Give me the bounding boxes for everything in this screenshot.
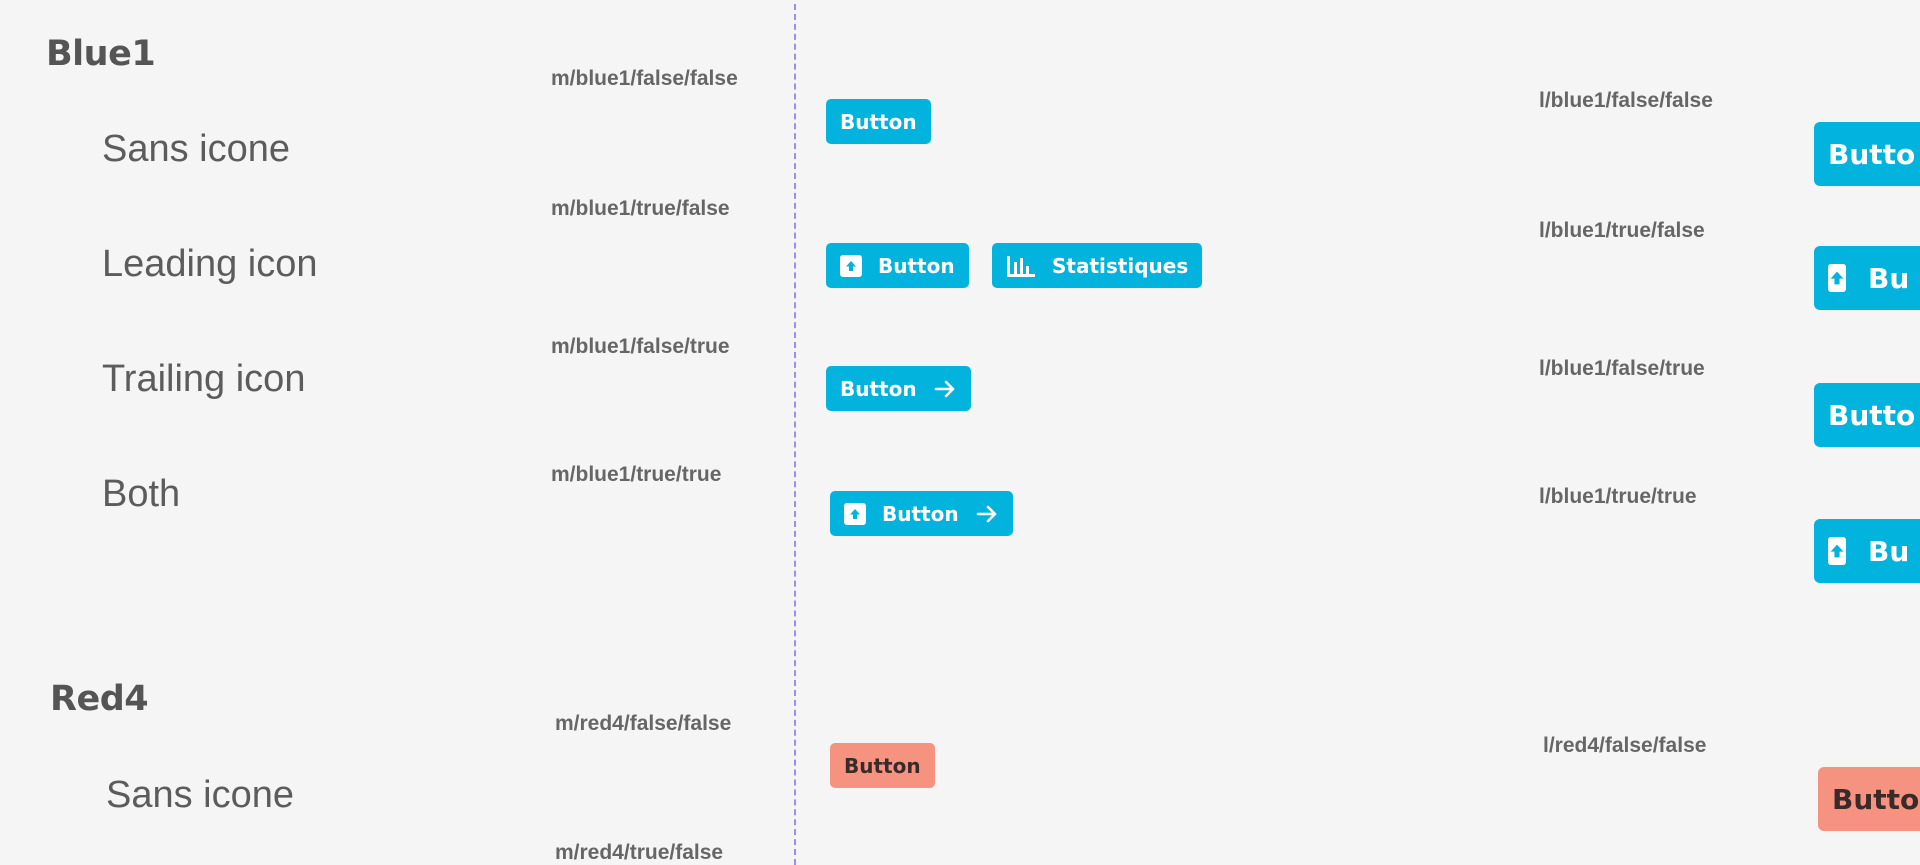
button-l-blue1-both[interactable]: Bu <box>1814 519 1920 583</box>
row-label-both: Both <box>102 473 181 515</box>
row-label-sans-icone: Sans icone <box>106 774 295 816</box>
button-l-blue1-leading[interactable]: Bu <box>1814 246 1920 310</box>
variant-label: m/blue1/false/false <box>551 67 738 90</box>
variant-label: m/blue1/false/true <box>551 335 730 358</box>
variant-label: m/red4/true/false <box>555 841 724 864</box>
row-label-trailing-icon: Trailing icon <box>102 358 306 400</box>
button-m-blue1-trailing[interactable]: Button <box>826 366 971 411</box>
button-label: Button <box>840 109 917 134</box>
column-divider <box>794 4 796 865</box>
upload-box-icon <box>844 502 866 525</box>
section-title-red4: Red4 <box>50 679 149 719</box>
button-label: Button <box>878 253 955 278</box>
row-label-leading-icon: Leading icon <box>102 243 318 285</box>
button-m-blue1-both[interactable]: Button <box>830 491 1013 536</box>
button-m-red4-plain[interactable]: Button <box>830 743 935 788</box>
upload-box-icon <box>840 254 862 277</box>
button-label: Bu <box>1868 534 1910 568</box>
variant-label: m/blue1/true/false <box>551 197 730 220</box>
button-m-blue1-leading[interactable]: Button <box>826 243 969 288</box>
bar-chart-icon <box>1006 254 1036 278</box>
button-label: Butto <box>1828 137 1916 171</box>
button-label: Statistiques <box>1052 253 1189 278</box>
button-m-blue1-statistiques[interactable]: Statistiques <box>992 243 1203 288</box>
button-l-blue1-plain[interactable]: Butto <box>1814 122 1920 186</box>
arrow-right-icon <box>933 377 957 401</box>
upload-box-icon <box>1828 264 1846 292</box>
section-title-blue1: Blue1 <box>46 34 156 74</box>
variant-label: l/blue1/false/true <box>1539 357 1705 380</box>
variant-label: l/blue1/false/false <box>1539 89 1713 112</box>
button-label: Button <box>840 376 917 401</box>
variant-label: l/blue1/true/true <box>1539 485 1697 508</box>
variant-label: l/blue1/true/false <box>1539 219 1705 242</box>
variant-label: m/red4/false/false <box>555 712 732 735</box>
button-l-blue1-trailing[interactable]: Butto <box>1814 383 1920 447</box>
button-label: Butto <box>1828 398 1916 432</box>
row-label-sans-icone: Sans icone <box>102 128 291 170</box>
button-label: Butto <box>1832 782 1920 816</box>
button-label: Button <box>844 753 921 778</box>
variant-label: l/red4/false/false <box>1543 734 1707 757</box>
arrow-right-icon <box>975 502 999 526</box>
upload-box-icon <box>1828 537 1846 565</box>
button-label: Button <box>882 501 959 526</box>
button-l-red4-plain[interactable]: Butto <box>1818 767 1920 831</box>
button-label: Bu <box>1868 261 1910 295</box>
button-m-blue1-plain[interactable]: Button <box>826 99 931 144</box>
variant-label: m/blue1/true/true <box>551 463 722 486</box>
